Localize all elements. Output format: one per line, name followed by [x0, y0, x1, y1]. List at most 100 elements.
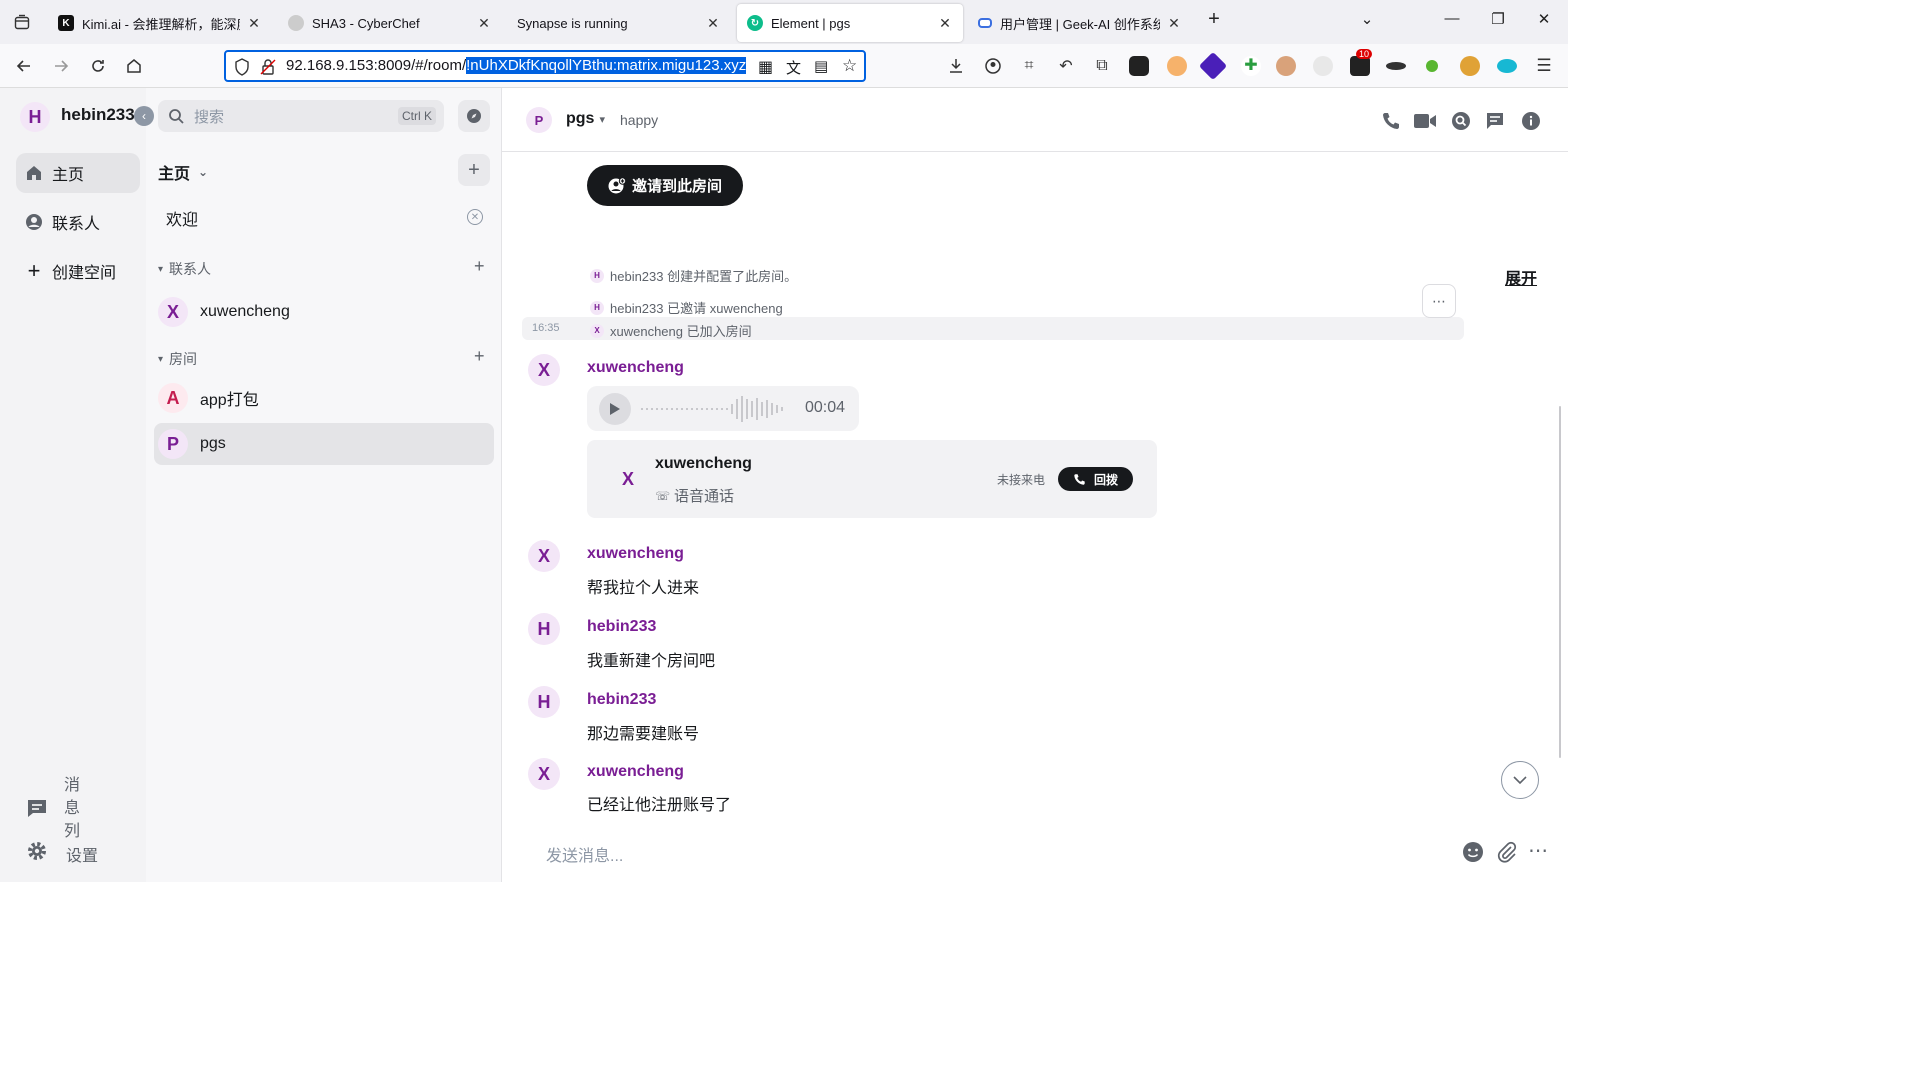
room-item-selected[interactable]: P pgs — [154, 423, 494, 465]
room-item[interactable]: A app打包 — [154, 377, 494, 419]
waveform-icon[interactable] — [641, 396, 785, 422]
new-tab-icon[interactable]: + — [1202, 8, 1226, 31]
crop-icon[interactable]: ⌗ — [1017, 54, 1041, 78]
back-arrow-icon[interactable] — [12, 54, 36, 78]
threads-icon[interactable] — [1482, 108, 1508, 134]
sender-avatar[interactable]: X — [528, 758, 560, 790]
menu-icon[interactable]: ☰ — [1532, 54, 1556, 78]
timeline-scrollbar[interactable] — [1559, 406, 1561, 758]
extension-icon[interactable] — [1276, 56, 1296, 76]
room-header-name[interactable]: pgs ▾ — [566, 110, 605, 128]
video-call-icon[interactable] — [1412, 108, 1438, 134]
cookie-icon[interactable] — [1460, 56, 1480, 76]
more-options-icon[interactable]: ⋯ — [1528, 838, 1548, 863]
user-name[interactable]: hebin233 — [61, 105, 135, 125]
invite-to-room-button[interactable]: 邀请到此房间 — [587, 165, 743, 206]
home-title[interactable]: 主页 ⌄ — [158, 160, 208, 184]
extensions-icon[interactable]: ⧉ — [1090, 54, 1114, 78]
extension-add-icon[interactable]: ✚ — [1241, 56, 1261, 76]
settings-label[interactable]: 设置 — [66, 842, 98, 866]
close-tab-icon[interactable]: ✕ — [705, 15, 721, 31]
room-search-icon[interactable] — [1448, 108, 1474, 134]
message-options-icon[interactable]: ⋯ — [1422, 284, 1456, 318]
tab-element[interactable]: ↻ Element | pgs ✕ — [737, 4, 963, 42]
sender-avatar[interactable]: H — [528, 613, 560, 645]
extension-icon[interactable] — [1198, 51, 1228, 81]
threads-label[interactable]: 消 息 列 — [64, 774, 80, 843]
sender-name[interactable]: xuwencheng — [587, 763, 684, 781]
sender-avatar[interactable]: H — [528, 686, 560, 718]
voice-call-icon[interactable] — [1378, 108, 1404, 134]
tab-list-icon[interactable] — [10, 8, 34, 36]
tab-cyberchef[interactable]: SHA3 - CyberChef ✕ — [278, 4, 502, 42]
call-back-button[interactable]: 回拨 — [1058, 467, 1133, 491]
restore-icon[interactable]: ❐ — [1486, 10, 1510, 28]
explore-rooms-icon[interactable] — [458, 100, 490, 132]
tab-synapse[interactable]: Synapse is running ✕ — [507, 4, 731, 42]
add-room-icon[interactable]: + — [474, 346, 485, 367]
search-input[interactable]: 搜索 Ctrl K — [158, 100, 444, 132]
extension-icon[interactable] — [1167, 56, 1187, 76]
sender-name[interactable]: xuwencheng — [587, 359, 684, 377]
close-tab-icon[interactable]: ✕ — [476, 15, 492, 31]
extension-icon[interactable] — [1313, 56, 1333, 76]
bookmark-star-icon[interactable]: ☆ — [842, 56, 857, 76]
insecure-lock-icon[interactable] — [260, 58, 276, 76]
message-input[interactable]: 发送消息... — [546, 842, 623, 866]
chevron-down-icon[interactable]: ⌄ — [1355, 10, 1379, 28]
qr-code-icon[interactable]: ▦ — [758, 57, 773, 77]
dismiss-icon[interactable]: ✕ — [467, 209, 483, 225]
minimize-icon[interactable]: — — [1440, 10, 1464, 27]
room-header-avatar[interactable]: P — [526, 107, 552, 133]
forward-arrow-icon[interactable] — [49, 54, 73, 78]
sender-avatar[interactable]: X — [528, 540, 560, 572]
account-icon[interactable] — [981, 54, 1005, 78]
url-bar[interactable]: 92.168.9.153:8009/#/room/!nUhXDkfKnqollY… — [224, 50, 866, 82]
user-avatar[interactable]: H — [20, 102, 50, 132]
threads-icon[interactable] — [26, 798, 48, 818]
translate-icon[interactable]: 文 — [786, 57, 801, 78]
room-topic[interactable]: happy — [620, 112, 658, 128]
space-home[interactable]: 主页 — [16, 153, 140, 193]
cloud-icon[interactable] — [1497, 59, 1517, 73]
shield-icon[interactable] — [234, 58, 250, 76]
sender-name[interactable]: xuwencheng — [587, 545, 684, 563]
close-tab-icon[interactable]: ✕ — [937, 15, 953, 31]
expand-events-link[interactable]: 展开 — [1505, 265, 1537, 289]
state-event: H hebin233 已邀请 xuwencheng — [590, 298, 783, 317]
attachment-icon[interactable] — [1496, 841, 1518, 863]
url-text[interactable]: 92.168.9.153:8009/#/room/!nUhXDkfKnqollY… — [286, 57, 747, 74]
extension-badge-icon[interactable]: 10 — [1350, 49, 1373, 76]
welcome-item[interactable]: 欢迎 — [166, 206, 198, 230]
download-icon[interactable] — [944, 54, 968, 78]
rooms-section-header[interactable]: ▾ 房间 — [158, 349, 197, 369]
close-window-icon[interactable]: ✕ — [1532, 10, 1556, 28]
extension-icon[interactable] — [1386, 62, 1406, 70]
room-info-icon[interactable] — [1518, 108, 1544, 134]
contacts-section-header[interactable]: ▾ 联系人 — [158, 259, 211, 279]
sender-avatar[interactable]: X — [528, 354, 560, 386]
play-icon[interactable] — [599, 393, 631, 425]
close-tab-icon[interactable]: ✕ — [1166, 15, 1182, 31]
create-space-button[interactable]: + 创建空间 — [16, 251, 140, 291]
close-tab-icon[interactable]: ✕ — [246, 15, 262, 31]
home-icon[interactable] — [122, 54, 146, 78]
reader-view-icon[interactable]: ▤ — [814, 57, 828, 75]
room-view: P pgs ▾ happy 邀请到此房间 H hebin233 创建并配置了此房 — [502, 88, 1568, 882]
tab-kimi[interactable]: K Kimi.ai - 会推理解析，能深度思考的AI助手 ✕ — [48, 4, 272, 42]
extension-icon[interactable] — [1129, 56, 1149, 76]
settings-gear-icon[interactable] — [26, 840, 48, 862]
undo-icon[interactable]: ↶ — [1054, 54, 1078, 78]
jump-to-bottom-icon[interactable] — [1501, 761, 1539, 799]
space-contacts[interactable]: 联系人 — [16, 202, 140, 242]
reload-icon[interactable] — [86, 54, 110, 78]
collapse-panel-icon[interactable]: ‹ — [134, 106, 154, 126]
sender-name[interactable]: hebin233 — [587, 618, 656, 636]
sender-name[interactable]: hebin233 — [587, 691, 656, 709]
contact-item[interactable]: X xuwencheng — [154, 291, 494, 333]
extension-icon[interactable] — [1426, 60, 1438, 72]
add-room-button[interactable]: + — [458, 154, 490, 186]
add-contact-icon[interactable]: + — [474, 256, 485, 277]
tab-geek-ai[interactable]: 用户管理 | Geek-AI 创作系统 ✕ — [968, 4, 1192, 42]
emoji-icon[interactable] — [1462, 841, 1484, 863]
